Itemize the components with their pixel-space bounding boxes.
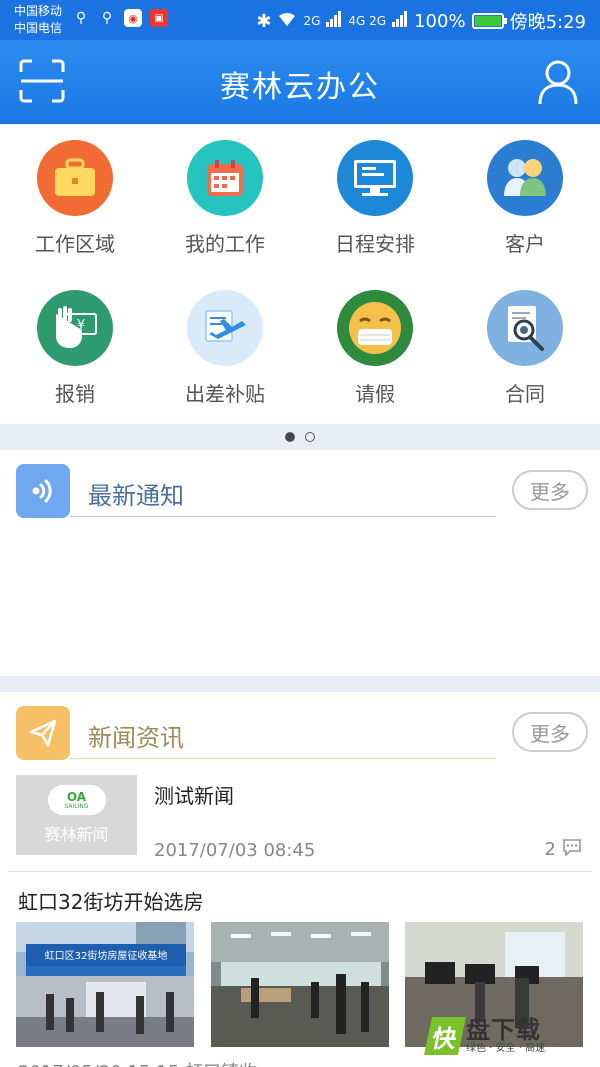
battery-icon <box>471 13 507 29</box>
notice-section: 最新通知 更多 <box>0 450 600 676</box>
grid-item-schedule[interactable]: 日程安排 <box>300 124 450 274</box>
monitor-icon <box>337 140 413 216</box>
news-divider <box>8 871 592 872</box>
weibo-icon: ◉ <box>124 9 142 27</box>
carrier-1: 中国移动 <box>14 4 63 18</box>
calendar-icon <box>187 140 263 216</box>
people-icon <box>487 140 563 216</box>
news-item-title[interactable]: 测试新闻 <box>154 780 234 809</box>
money-hand-icon: ¥ <box>37 290 113 366</box>
signal-1-icon <box>326 10 342 32</box>
notification-icons: ⚲ ⚲ ◉ ▣ <box>72 9 168 27</box>
bluetooth-icon: ✱ <box>256 10 272 32</box>
grid-item-travel-allowance[interactable]: 出差补贴 <box>150 274 300 424</box>
oa-logo: OA SAILING <box>47 785 106 815</box>
thumbnail-label: 赛林新闻 <box>44 825 109 844</box>
page-title: 赛林云办公 <box>220 70 380 105</box>
app-notification-icon: ▣ <box>150 9 168 27</box>
function-grid: 工作区域 我的工作 日程安排 客户 ¥ 报销 出差补贴 请假 合同 <box>0 124 600 424</box>
carrier-2: 中国电信 <box>14 21 63 35</box>
news-comment-count[interactable]: 2 <box>545 838 582 861</box>
notice-more-button[interactable]: 更多 <box>512 470 588 510</box>
network-2: 4G 2G <box>348 14 387 28</box>
watermark: 快 盘下载 绿色 · 安全 · 高速 <box>423 1012 594 1060</box>
news-more-button[interactable]: 更多 <box>512 712 588 752</box>
news-item-meta-2: 2017/05/20 15:15 虹口镇收 <box>18 1058 257 1067</box>
watermark-logo: 快 <box>423 1017 467 1055</box>
contract-search-icon <box>487 290 563 366</box>
signal-icon <box>16 464 70 518</box>
news-photo-1[interactable]: 虹口区32街坊房屋征收基地 <box>16 922 194 1047</box>
news-item-title-2[interactable]: 虹口32街坊开始选房 <box>18 886 203 915</box>
notice-title: 最新通知 <box>88 482 184 510</box>
grid-item-my-work[interactable]: 我的工作 <box>150 124 300 274</box>
usb-debug-icon: ⚲ <box>101 10 113 26</box>
plane-icon <box>187 290 263 366</box>
watermark-sub: 绿色 · 安全 · 高速 <box>466 1043 546 1054</box>
notice-underline <box>70 516 496 517</box>
grid-label: 日程安排 <box>335 232 415 256</box>
news-item-time: 2017/07/03 08:45 <box>154 840 316 861</box>
wifi-icon <box>277 11 297 32</box>
page-dot-1[interactable] <box>285 432 295 442</box>
paper-plane-icon <box>16 706 70 760</box>
news-title: 新闻资讯 <box>88 724 184 752</box>
grid-label: 工作区域 <box>35 232 115 256</box>
grid-label: 我的工作 <box>185 232 265 256</box>
briefcase-icon <box>37 140 113 216</box>
user-icon[interactable] <box>538 58 578 106</box>
watermark-text: 盘下载 绿色 · 安全 · 高速 <box>466 1017 545 1055</box>
carrier-info: 中国移动 中国电信 <box>14 3 62 37</box>
grid-label: 合同 <box>505 382 545 406</box>
network-1: 2G <box>303 14 321 28</box>
battery-percent: 100% <box>414 10 466 32</box>
signal-2-icon <box>392 10 408 32</box>
grid-item-contract[interactable]: 合同 <box>450 274 600 424</box>
news-underline <box>70 758 496 759</box>
comment-count: 2 <box>544 839 556 860</box>
grid-item-customer[interactable]: 客户 <box>450 124 600 274</box>
status-bar: 中国移动 中国电信 ⚲ ⚲ ◉ ▣ ✱ 2G 4G 2G 100% 傍晚5:29 <box>0 0 600 40</box>
app-header: 赛林云办公 <box>0 40 600 124</box>
sick-face-icon <box>337 290 413 366</box>
oa-logo-subtext: SAILING <box>64 802 89 810</box>
page-indicator <box>0 424 600 450</box>
photo-caption: 虹口区32街坊房屋征收基地 <box>45 949 168 962</box>
comment-icon <box>562 838 582 861</box>
grid-item-leave[interactable]: 请假 <box>300 274 450 424</box>
grid-item-reimburse[interactable]: ¥ 报销 <box>0 274 150 424</box>
usb-icon: ⚲ <box>75 10 87 26</box>
grid-label: 客户 <box>505 232 545 256</box>
news-photo-2[interactable] <box>211 922 389 1047</box>
page-dot-2[interactable] <box>305 432 315 442</box>
grid-label: 出差补贴 <box>185 382 265 406</box>
watermark-name: 盘下载 <box>466 1016 541 1044</box>
section-gap <box>0 676 600 692</box>
grid-label: 请假 <box>355 382 395 406</box>
news-thumbnail[interactable]: OA SAILING 赛林新闻 <box>16 775 137 855</box>
grid-label: 报销 <box>55 382 95 406</box>
clock: 傍晚5:29 <box>509 12 586 33</box>
status-right: ✱ 2G 4G 2G 100% 傍晚5:29 <box>256 8 586 34</box>
grid-item-work-area[interactable]: 工作区域 <box>0 124 150 274</box>
oa-logo-text: OA <box>66 789 87 804</box>
